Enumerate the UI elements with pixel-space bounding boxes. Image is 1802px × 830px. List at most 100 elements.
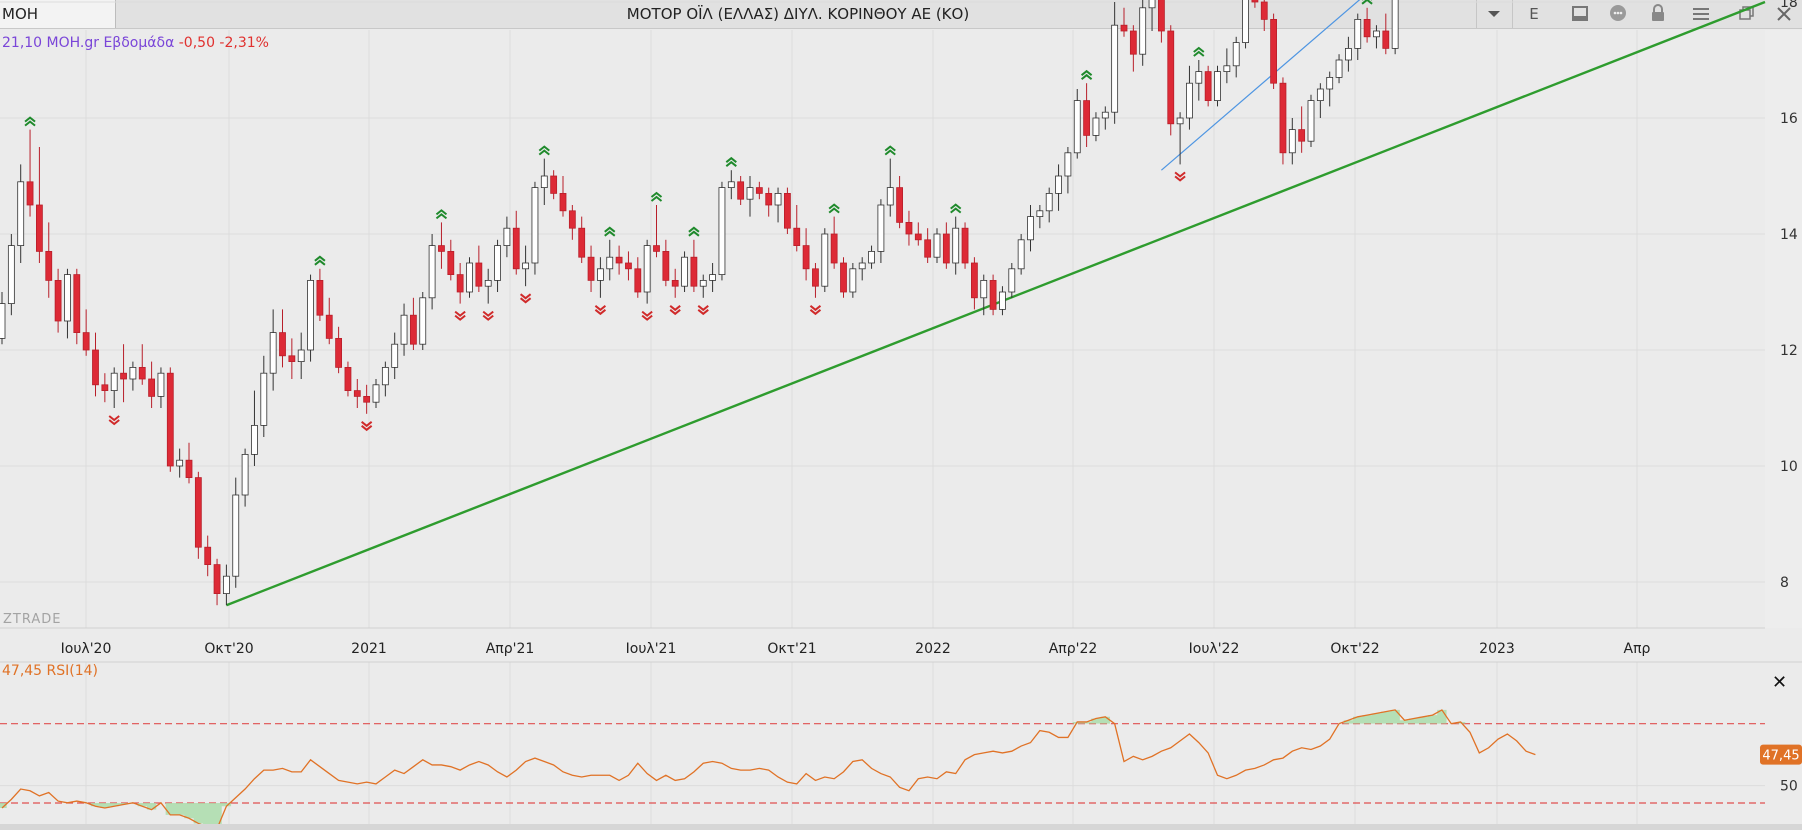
close-rsi-button[interactable]: ✕ (1772, 672, 1787, 693)
candle-up (503, 227, 511, 246)
candle-up (17, 181, 25, 247)
candle-down (447, 250, 455, 275)
candle-up (1335, 59, 1343, 78)
candle-up (540, 175, 548, 188)
candle-up (858, 262, 866, 270)
candle-down (634, 268, 642, 293)
candle-down (36, 204, 43, 252)
candle-down (1279, 82, 1287, 154)
rsi-value-label: 47,45 (1762, 749, 1799, 764)
candle-down (1204, 71, 1212, 101)
candle-up (1326, 77, 1334, 90)
candle-up (709, 274, 716, 281)
candle-up (1186, 82, 1193, 119)
x-tick-label: Απρ'22 (1049, 641, 1098, 657)
candle-down (961, 227, 969, 264)
x-tick-label: 2021 (351, 641, 387, 657)
candle-down (325, 314, 333, 339)
candle-up (1288, 129, 1296, 154)
candle-up (1055, 175, 1062, 194)
price-info: 21,10 MOH.gr Εβδομάδα -0,50 -2,31% (2, 35, 269, 51)
candle-up (699, 279, 707, 287)
candle-down (812, 268, 819, 287)
x-tick-label: Οκτ'22 (1330, 641, 1379, 657)
candle-up (1064, 152, 1072, 177)
candle-up (1214, 71, 1221, 101)
candle-up (1345, 48, 1352, 61)
candle-up (1111, 24, 1119, 113)
candle-up (681, 256, 688, 287)
candle-up (1232, 42, 1240, 67)
candle-up (297, 349, 305, 362)
candle-up (428, 245, 436, 299)
candle-up (1307, 100, 1315, 142)
candle-up (531, 187, 539, 264)
candle-up (718, 187, 726, 276)
candle-down (512, 227, 520, 270)
candle-up (980, 279, 988, 299)
candle-down (166, 372, 174, 467)
candle-up (868, 250, 875, 264)
candle-down (353, 390, 361, 397)
candle-down (344, 366, 352, 391)
candle-down (793, 227, 801, 246)
candle-up (307, 279, 314, 351)
candle-down (1298, 129, 1306, 142)
price-chart[interactable]: 81012141618202224Ιουλ'20Οκτ'202021Απρ'21… (0, 0, 1802, 830)
candle-down (1083, 100, 1090, 136)
candle-up (129, 366, 137, 380)
candle-down (73, 274, 81, 334)
candle-up (1354, 18, 1362, 49)
candle-down (120, 372, 127, 380)
candle-down (550, 175, 558, 194)
y-tick-label: 10 (1780, 459, 1798, 475)
candle-down (942, 233, 950, 264)
x-tick-label: 2022 (915, 641, 951, 657)
candle-down (409, 314, 417, 345)
rsi-label: 47,45 RSI(14) (2, 663, 99, 679)
candle-down (45, 250, 53, 281)
price-panel-bg (0, 30, 1802, 628)
candle-up (1391, 0, 1399, 49)
candle-up (1101, 111, 1109, 119)
candle-up (999, 291, 1006, 310)
candle-down (1251, 0, 1259, 3)
candle-down (438, 245, 445, 252)
candle-down (905, 221, 913, 235)
x-tick-label: Οκτ'20 (204, 641, 253, 657)
candle-up (1176, 117, 1184, 125)
candle-down (279, 332, 286, 357)
x-tick-label: Απρ (1624, 641, 1651, 657)
candle-up (746, 187, 754, 200)
candle-up (251, 424, 258, 455)
candle-down (1167, 30, 1175, 125)
candle-up (643, 245, 651, 293)
candle-up (7, 245, 15, 305)
candle-down (755, 187, 763, 194)
candle-down (896, 187, 903, 223)
candle-down (456, 274, 464, 293)
candle-up (877, 204, 885, 252)
candle-down (1363, 18, 1371, 38)
candle-down (138, 366, 146, 380)
candle-down (830, 233, 838, 264)
candle-down (194, 477, 202, 548)
x-tick-label: Οκτ'21 (767, 641, 816, 657)
candle-down (475, 262, 483, 287)
candle-up (176, 459, 184, 467)
candle-up (372, 384, 380, 403)
watermark: ZTRADE (3, 612, 62, 627)
x-tick-label: Απρ'21 (486, 641, 535, 657)
candle-down (1382, 30, 1390, 49)
candle-up (1073, 100, 1081, 154)
candle-down (213, 564, 221, 594)
candle-down (92, 349, 99, 386)
candle-up (1139, 7, 1147, 55)
candle-down (802, 245, 810, 270)
candle-up (1316, 88, 1324, 101)
candle-up (933, 233, 941, 258)
bottom-scroll-strip[interactable] (0, 824, 1802, 830)
candle-down (568, 210, 576, 229)
candle-up (260, 372, 268, 426)
y-tick-label: 16 (1780, 111, 1798, 127)
